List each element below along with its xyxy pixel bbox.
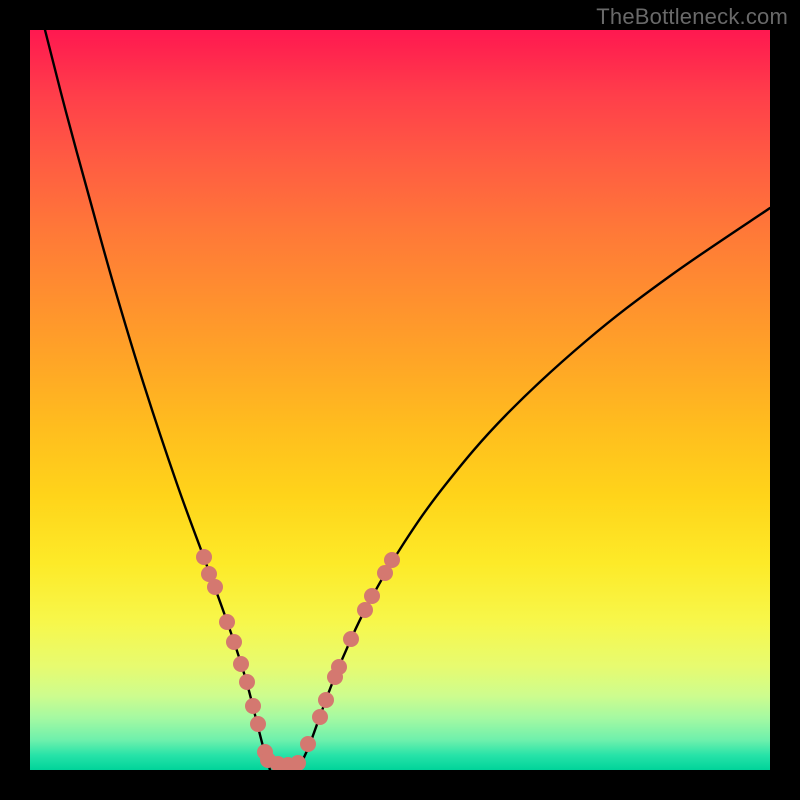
data-point bbox=[219, 614, 235, 630]
data-point bbox=[245, 698, 261, 714]
data-point bbox=[196, 549, 212, 565]
data-point bbox=[250, 716, 266, 732]
watermark-text: TheBottleneck.com bbox=[596, 4, 788, 30]
plot-area bbox=[30, 30, 770, 770]
data-point bbox=[343, 631, 359, 647]
data-point bbox=[226, 634, 242, 650]
data-point bbox=[300, 736, 316, 752]
data-point bbox=[312, 709, 328, 725]
chart-container: TheBottleneck.com bbox=[0, 0, 800, 800]
curve-group bbox=[45, 30, 770, 770]
data-point bbox=[384, 552, 400, 568]
scatter-group bbox=[196, 549, 400, 770]
data-point bbox=[239, 674, 255, 690]
data-point bbox=[357, 602, 373, 618]
data-point bbox=[207, 579, 223, 595]
data-point bbox=[233, 656, 249, 672]
data-point bbox=[364, 588, 380, 604]
chart-svg bbox=[30, 30, 770, 770]
data-point bbox=[331, 659, 347, 675]
curve-curve-right bbox=[298, 208, 770, 770]
data-point bbox=[318, 692, 334, 708]
